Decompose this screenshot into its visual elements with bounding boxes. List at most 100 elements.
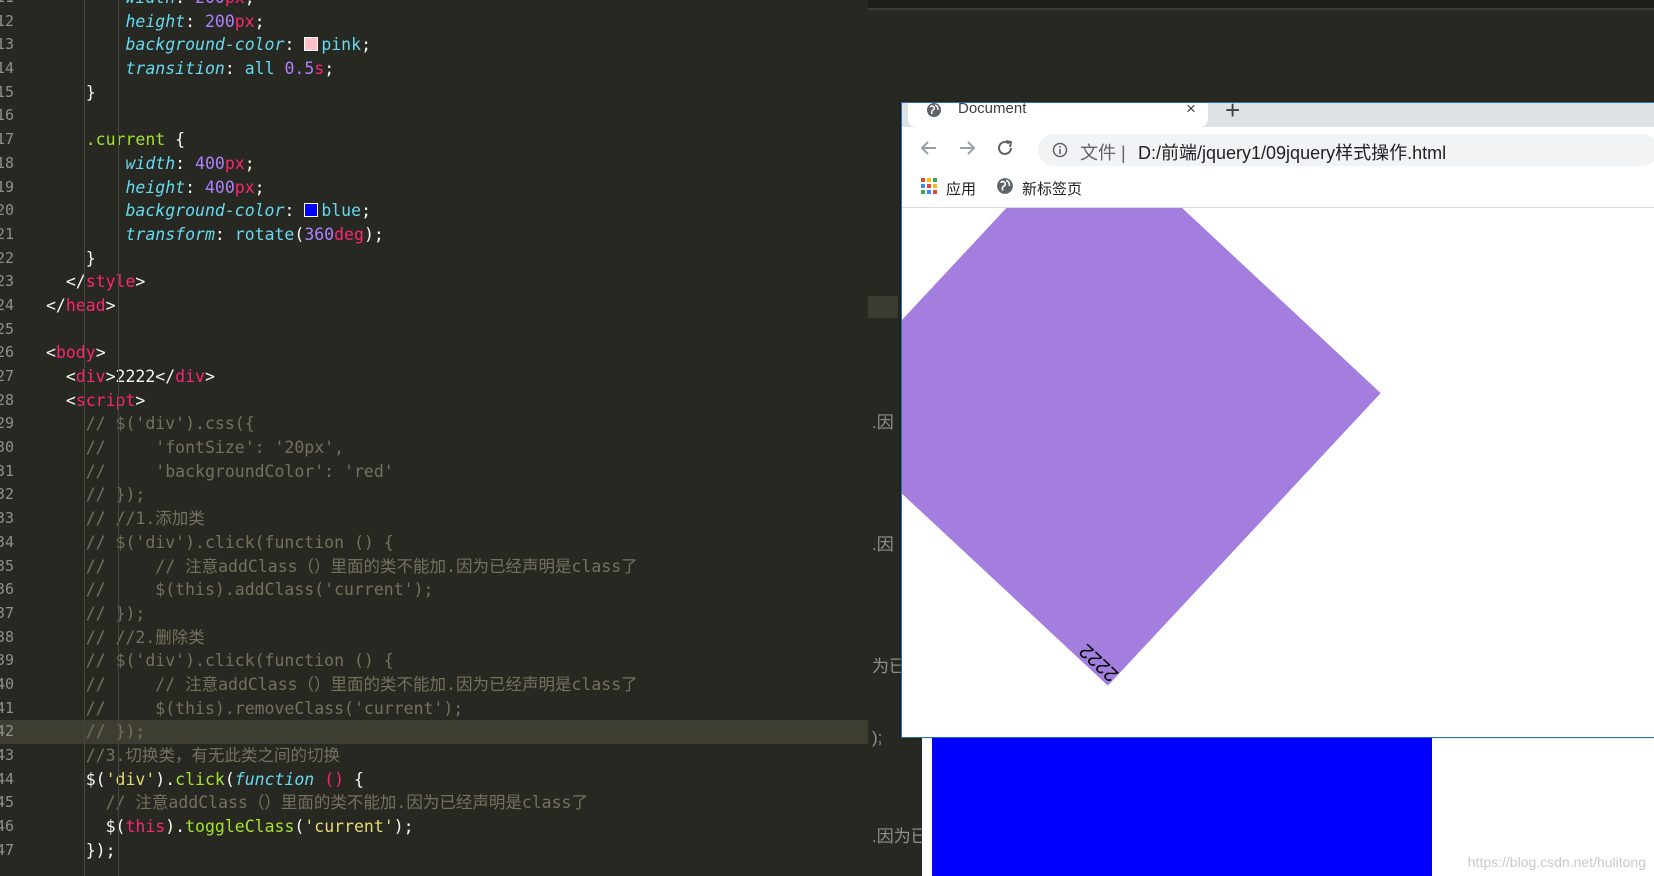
code-line[interactable]: 21 transform: rotate(360deg); (0, 223, 868, 247)
code-editor[interactable]: 11 width: 200px;12 height: 200px;13 back… (0, 0, 868, 876)
div-text: 2222 (1075, 639, 1123, 686)
code-line[interactable]: 18 width: 400px; (0, 152, 868, 176)
code-text: <body> (46, 343, 106, 363)
code-line[interactable]: 41 // $(this).removeClass('current'); (0, 697, 868, 721)
reload-icon[interactable] (992, 135, 1018, 161)
code-line[interactable]: 19 height: 400px; (0, 176, 868, 200)
code-line[interactable]: 13 background-color: pink; (0, 33, 868, 57)
code-text: height: 400px; (125, 177, 265, 197)
code-line[interactable]: 37 // }); (0, 602, 868, 626)
code-line[interactable]: 34 // $('div').click(function () { (0, 531, 868, 555)
code-line[interactable]: 44 $('div').click(function () { (0, 768, 868, 792)
code-text: // $('div').css({ (85, 414, 255, 434)
line-number: 40 (0, 674, 15, 693)
code-line[interactable]: 17 .current { (0, 128, 868, 152)
new-tab-button[interactable]: + (1225, 103, 1240, 126)
line-number: 33 (0, 509, 15, 528)
code-text: // $(this).removeClass('current'); (85, 698, 464, 718)
line-number: 17 (0, 130, 15, 149)
code-line[interactable]: 29 // $('div').css({ (0, 412, 868, 436)
code-line[interactable]: 40 // // 注意addClass（）里面的类不能加.因为已经声明是clas… (0, 673, 868, 697)
code-text: // $(this).addClass('current'); (85, 580, 434, 600)
bookmarks-bar: 应用 新标签页 (902, 167, 1654, 208)
code-line[interactable]: 26 <body> (0, 341, 868, 365)
tab-document[interactable]: Document × (908, 103, 1208, 127)
line-number: 24 (0, 295, 15, 314)
globe-icon[interactable] (996, 177, 1014, 195)
background-separator (868, 8, 1654, 10)
code-line[interactable]: 38 // //2.删除类 (0, 626, 868, 650)
code-text: background-color: pink; (125, 35, 371, 55)
line-number: 45 (0, 793, 15, 812)
code-text: // // 注意addClass（）里面的类不能加.因为已经声明是class了 (85, 556, 638, 576)
line-number: 15 (0, 82, 15, 101)
code-line[interactable]: 30 // 'fontSize': '20px', (0, 436, 868, 460)
code-line[interactable]: 14 transition: all 0.5s; (0, 57, 868, 81)
code-text: <div>2222</div> (46, 367, 215, 386)
code-text: <script> (46, 390, 146, 410)
code-text: // 'backgroundColor': 'red' (85, 461, 394, 481)
code-text: $(this).toggleClass('current'); (46, 817, 414, 837)
code-line[interactable]: 22 } (0, 247, 868, 271)
back-arrow-icon[interactable] (916, 135, 942, 161)
code-line[interactable]: 11 width: 200px; (0, 0, 868, 10)
line-number: 12 (0, 11, 15, 30)
line-number: 28 (0, 390, 15, 409)
code-text: }); (46, 840, 116, 860)
line-number: 16 (0, 106, 15, 125)
code-text: $('div').click(function () { (46, 769, 364, 789)
code-line[interactable]: 35 // // 注意addClass（）里面的类不能加.因为已经声明是clas… (0, 555, 868, 579)
code-line[interactable]: 36 // $(this).addClass('current'); (0, 578, 868, 602)
background-code-fragment: .因 (872, 535, 894, 554)
code-text: // //1.添加类 (85, 509, 205, 529)
code-line[interactable]: 23 </style> (0, 270, 868, 294)
forward-arrow-icon[interactable] (954, 135, 980, 161)
code-line[interactable]: 24 </head> (0, 294, 868, 318)
code-line[interactable]: 12 height: 200px; (0, 10, 868, 34)
code-text: // }); (85, 485, 146, 505)
code-text: // // 注意addClass（）里面的类不能加.因为已经声明是class了 (85, 674, 638, 694)
tab-title: Document (958, 103, 1027, 117)
url-scheme: 文件 | (1080, 143, 1126, 163)
code-line[interactable]: 42 // }); (0, 720, 868, 744)
tab-close-icon[interactable]: × (1186, 103, 1196, 119)
background-code-fragment: 为已 (872, 657, 906, 676)
background-code-fragment: .因 (872, 413, 894, 432)
code-line[interactable]: 32 // }); (0, 483, 868, 507)
line-number: 19 (0, 177, 15, 196)
code-line[interactable]: 16 (0, 104, 868, 128)
bookmark-apps[interactable]: 应用 (946, 178, 976, 199)
code-text: //3.切换类，有无此类之间的切换 (85, 746, 340, 765)
code-line[interactable]: 45 // 注意addClass（）里面的类不能加.因为已经声明是class了 (0, 791, 868, 815)
line-number: 47 (0, 840, 15, 859)
code-area[interactable]: 11 width: 200px;12 height: 200px;13 back… (0, 0, 868, 862)
code-text: // }); (85, 722, 146, 742)
info-icon[interactable] (1052, 142, 1068, 158)
line-number: 42 (0, 722, 15, 741)
code-text: // //2.删除类 (85, 627, 205, 647)
code-line[interactable]: 31 // 'backgroundColor': 'red' (0, 460, 868, 484)
bookmark-new-tab-page[interactable]: 新标签页 (1022, 178, 1082, 199)
rotating-div[interactable]: 2222 (902, 208, 1381, 686)
code-line[interactable]: 47 }); (0, 839, 868, 863)
url-text[interactable]: D:/前端/jquery1/09jquery样式操作.html (1138, 139, 1446, 165)
code-line[interactable]: 39 // $('div').click(function () { (0, 649, 868, 673)
navigation-bar: 文件 | D:/前端/jquery1/09jquery样式操作.html (902, 127, 1654, 167)
apps-grid-icon[interactable] (920, 177, 938, 195)
code-line[interactable]: 33 // //1.添加类 (0, 507, 868, 531)
code-line[interactable]: 43 //3.切换类，有无此类之间的切换 (0, 744, 868, 768)
line-number: 27 (0, 367, 15, 385)
line-number: 41 (0, 698, 15, 717)
line-number: 11 (0, 0, 16, 10)
code-line[interactable]: 27 <div>2222</div> (0, 365, 868, 389)
line-number: 31 (0, 461, 15, 480)
code-line[interactable]: 20 background-color: blue; (0, 199, 868, 223)
address-bar[interactable]: 文件 | D:/前端/jquery1/09jquery样式操作.html (1038, 134, 1654, 166)
code-line[interactable]: 15 } (0, 81, 868, 105)
globe-icon (927, 103, 941, 117)
line-number: 13 (0, 35, 15, 54)
code-line[interactable]: 46 $(this).toggleClass('current'); (0, 815, 868, 839)
code-line[interactable]: 25 (0, 318, 868, 342)
watermark: https://blog.csdn.net/hulitong (1467, 854, 1646, 870)
code-line[interactable]: 28 <script> (0, 389, 868, 413)
